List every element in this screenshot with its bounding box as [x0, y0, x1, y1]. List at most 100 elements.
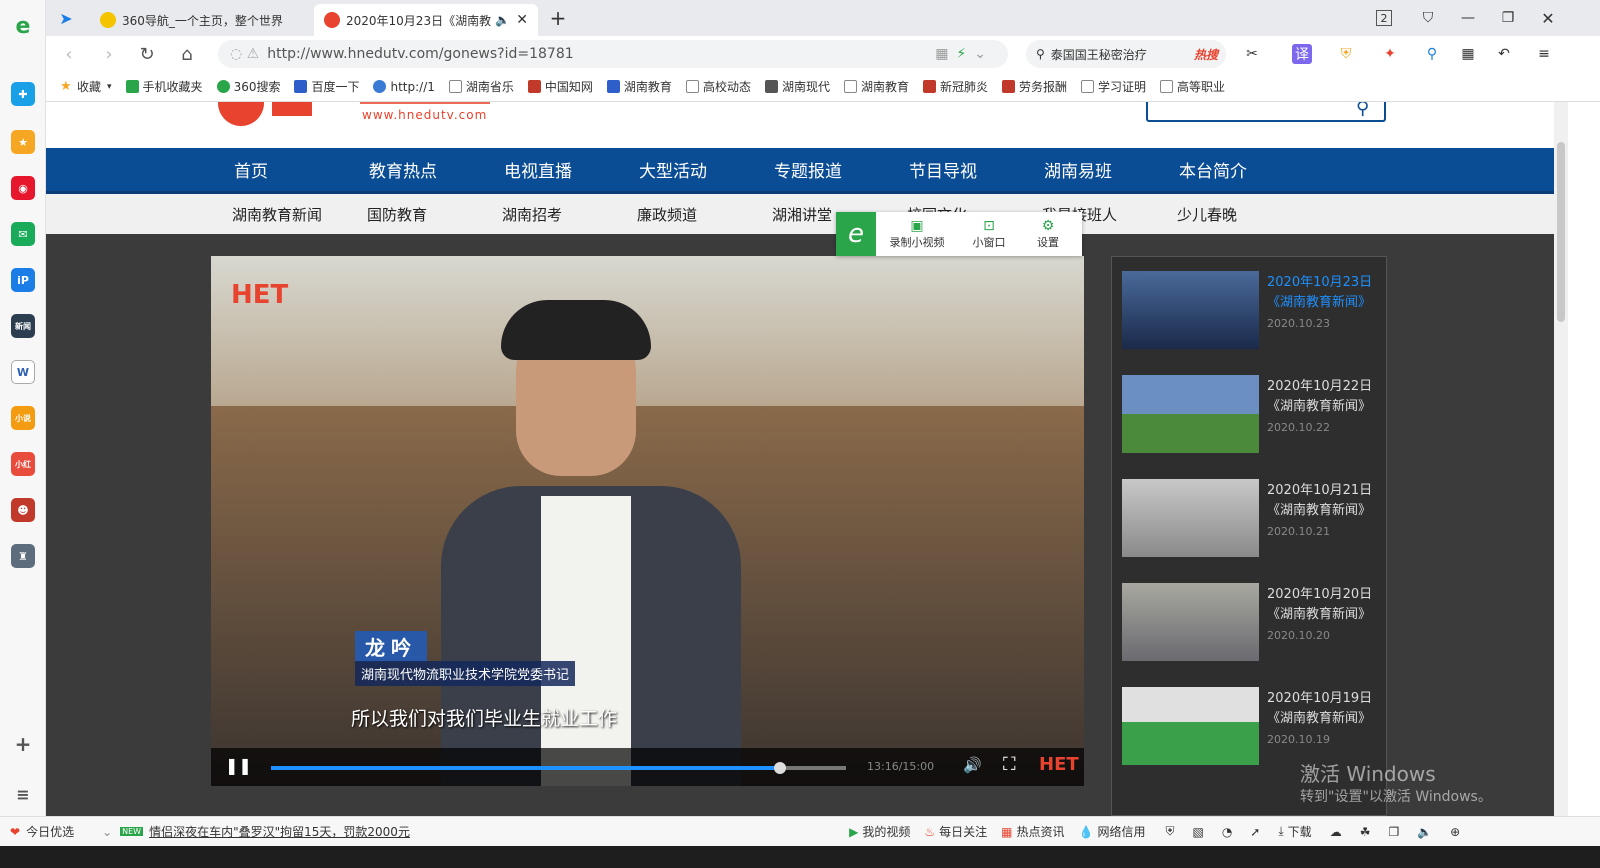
close-window-icon[interactable]: ✕	[1536, 6, 1560, 30]
minimize-icon[interactable]: —	[1456, 6, 1480, 30]
sub-nav-item[interactable]: 国防教育	[367, 204, 502, 225]
scrollbar[interactable]	[1554, 102, 1568, 816]
news-app-icon[interactable]: 新闻	[11, 314, 35, 338]
castle-game-icon[interactable]: ♜	[11, 544, 35, 568]
main-nav-item[interactable]: 电视直播	[504, 157, 639, 182]
navigation-icon[interactable]: ➤	[54, 6, 78, 30]
site-search-icon[interactable]: ⚲	[1356, 102, 1369, 119]
coupon-icon[interactable]: ⛨	[1336, 44, 1356, 64]
translate-icon[interactable]: 译	[1292, 44, 1312, 64]
tab-count-badge[interactable]: 2	[1376, 10, 1392, 26]
main-nav-item[interactable]: 专题报道	[774, 157, 909, 182]
redbook-app-icon[interactable]: 小红	[11, 452, 35, 476]
undo-icon[interactable]: ↶	[1494, 44, 1514, 64]
sub-nav-item[interactable]: 廉政频道	[637, 204, 772, 225]
shield-icon[interactable]: ⛨	[1165, 824, 1174, 839]
word-app-icon[interactable]: W	[11, 360, 35, 384]
home-icon[interactable]: ⌂	[174, 41, 200, 67]
scissors-icon[interactable]: ✂	[1242, 44, 1262, 64]
scrollbar-thumb[interactable]	[1557, 142, 1565, 322]
close-tab-icon[interactable]: ✕	[516, 12, 528, 28]
forward-icon[interactable]: ›	[96, 41, 122, 67]
bookmark-item[interactable]: 新冠肺炎	[922, 78, 988, 95]
main-nav-item[interactable]: 教育热点	[369, 157, 504, 182]
list-item[interactable]: 2020年10月23日 《湖南教育新闻》 2020.10.23	[1122, 271, 1378, 351]
bookmark-item[interactable]: 手机收藏夹	[125, 78, 203, 95]
bookmark-item[interactable]: 百度一下	[294, 78, 359, 95]
today-picks[interactable]: 今日优选	[26, 823, 74, 840]
news-ticker[interactable]: 情侣深夜在车内"叠罗汉"拘留15天，罚款2000元	[149, 823, 849, 840]
speed-icon[interactable]: ◔	[1222, 825, 1232, 839]
main-nav-item[interactable]: 节目导视	[909, 157, 1044, 182]
bookmark-item[interactable]: 湖南省乐	[448, 78, 514, 95]
new-tab-button[interactable]: +	[546, 6, 570, 30]
sub-nav-item[interactable]: 少儿春晚	[1177, 204, 1312, 225]
star-app-icon[interactable]: ★	[11, 130, 35, 154]
search-box[interactable]: ⚲ 泰国国王秘密治疗 热搜	[1026, 40, 1226, 68]
progress-knob[interactable]	[773, 762, 786, 774]
main-nav-item[interactable]: 本台简介	[1179, 157, 1314, 182]
apps-grid-icon[interactable]: ▦	[1458, 44, 1478, 64]
game-icon[interactable]: ✦	[1380, 44, 1400, 64]
camera-icon: ▣	[910, 218, 924, 234]
main-nav-item[interactable]: 大型活动	[639, 157, 774, 182]
browser-logo-icon[interactable]: e	[11, 14, 35, 39]
restore-icon[interactable]: ❐	[1496, 6, 1520, 30]
fullscreen-icon[interactable]: ⛶	[1003, 754, 1016, 775]
bookmark-item[interactable]: 高校动态	[685, 78, 751, 95]
record-video-button[interactable]: ▣ 录制小视频	[876, 218, 958, 250]
left-sidebar: e ✚ ★ ◉ ✉ iP 新闻 W 小说 小红 ☻ ♜ + ≡	[0, 0, 46, 868]
plus-app-icon[interactable]: ✚	[11, 82, 35, 106]
leaf-icon[interactable]: ☘	[1360, 825, 1371, 839]
bookmark-item[interactable]: 劳务报酬	[1002, 78, 1067, 95]
list-item[interactable]: 2020年10月21日 《湖南教育新闻》 2020.10.21	[1122, 479, 1378, 559]
cloud-icon[interactable]: ☁	[1330, 825, 1342, 839]
bookmark-item[interactable]: http://1	[373, 80, 435, 94]
address-bar[interactable]: ◌ ⚠ http://www.hnedutv.com/gonews?id=187…	[218, 40, 1008, 68]
settings-button[interactable]: ⚙ 设置	[1020, 218, 1076, 250]
reload-icon[interactable]: ↻	[134, 41, 160, 67]
tab-hnedu[interactable]: 2020年10月23日《湖南教育 🔈 ✕	[314, 4, 538, 36]
mail-icon[interactable]: ✉	[11, 222, 35, 246]
sub-nav-item[interactable]: 湖南教育新闻	[232, 204, 367, 225]
list-item[interactable]: 2020年10月22日 《湖南教育新闻》 2020.10.22	[1122, 375, 1378, 455]
back-icon[interactable]: ‹	[56, 41, 82, 67]
list-item[interactable]: 2020年10月20日 《湖南教育新闻》 2020.10.20	[1122, 583, 1378, 663]
main-nav-item[interactable]: 湖南易班	[1044, 157, 1179, 182]
menu-list-icon[interactable]: ≡	[11, 782, 35, 806]
mini-window-button[interactable]: ⊡ 小窗口	[958, 218, 1020, 250]
add-icon[interactable]: +	[11, 732, 35, 756]
bookmark-item[interactable]: 学习证明	[1081, 78, 1146, 95]
volume-icon[interactable]: 🔊	[963, 756, 982, 774]
shirt-icon[interactable]: ⛉	[1416, 6, 1440, 30]
main-menu-icon[interactable]: ≡	[1534, 44, 1554, 64]
sound-icon[interactable]: 🔈	[1417, 825, 1432, 839]
ip-app-icon[interactable]: iP	[11, 268, 35, 292]
rocket-icon[interactable]: ➚	[1250, 825, 1260, 839]
site-search-input[interactable]	[1146, 102, 1386, 122]
sub-nav-item[interactable]: 湖南招考	[502, 204, 637, 225]
url-tools-icon[interactable]: ▦⚡⌄	[935, 46, 994, 62]
bookmark-item[interactable]: 湖南教育	[606, 78, 672, 95]
progress-track[interactable]	[271, 762, 846, 774]
game-app-icon[interactable]: ☻	[11, 498, 35, 522]
novel-app-icon[interactable]: 小说	[11, 406, 35, 430]
video-player[interactable]: HET 龙吟 湖南现代物流职业技术学院党委书记 所以我们对我们毕业生就业工作 ❚…	[211, 256, 1084, 786]
chevron-down-icon[interactable]: ⌄	[102, 825, 112, 839]
bookmark-item[interactable]: 360搜索	[216, 78, 280, 95]
image-icon[interactable]: ▧	[1192, 825, 1203, 839]
bookmark-item[interactable]: 中国知网	[527, 78, 593, 95]
bookmark-item[interactable]: 湖南现代	[764, 78, 830, 95]
zoom-icon[interactable]: ⊕	[1450, 825, 1460, 839]
magnifier-icon[interactable]: ⚲	[1422, 44, 1442, 64]
list-item[interactable]: 2020年10月19日 《湖南教育新闻》 2020.10.19	[1122, 687, 1378, 767]
bookmark-item[interactable]: 湖南教育	[843, 78, 909, 95]
tab-360nav[interactable]: 360导航_一个主页，整个世界	[90, 4, 312, 36]
main-nav-item[interactable]: 首页	[234, 157, 369, 182]
pause-icon[interactable]: ❚❚	[225, 756, 252, 775]
window-icon[interactable]: ❐	[1388, 825, 1399, 839]
bookmark-item[interactable]: 高等职业	[1160, 78, 1225, 95]
bookmark-item[interactable]: ★ 收藏 ▾	[60, 78, 112, 95]
weibo-icon[interactable]: ◉	[11, 176, 35, 200]
audio-icon[interactable]: 🔈	[495, 13, 510, 27]
